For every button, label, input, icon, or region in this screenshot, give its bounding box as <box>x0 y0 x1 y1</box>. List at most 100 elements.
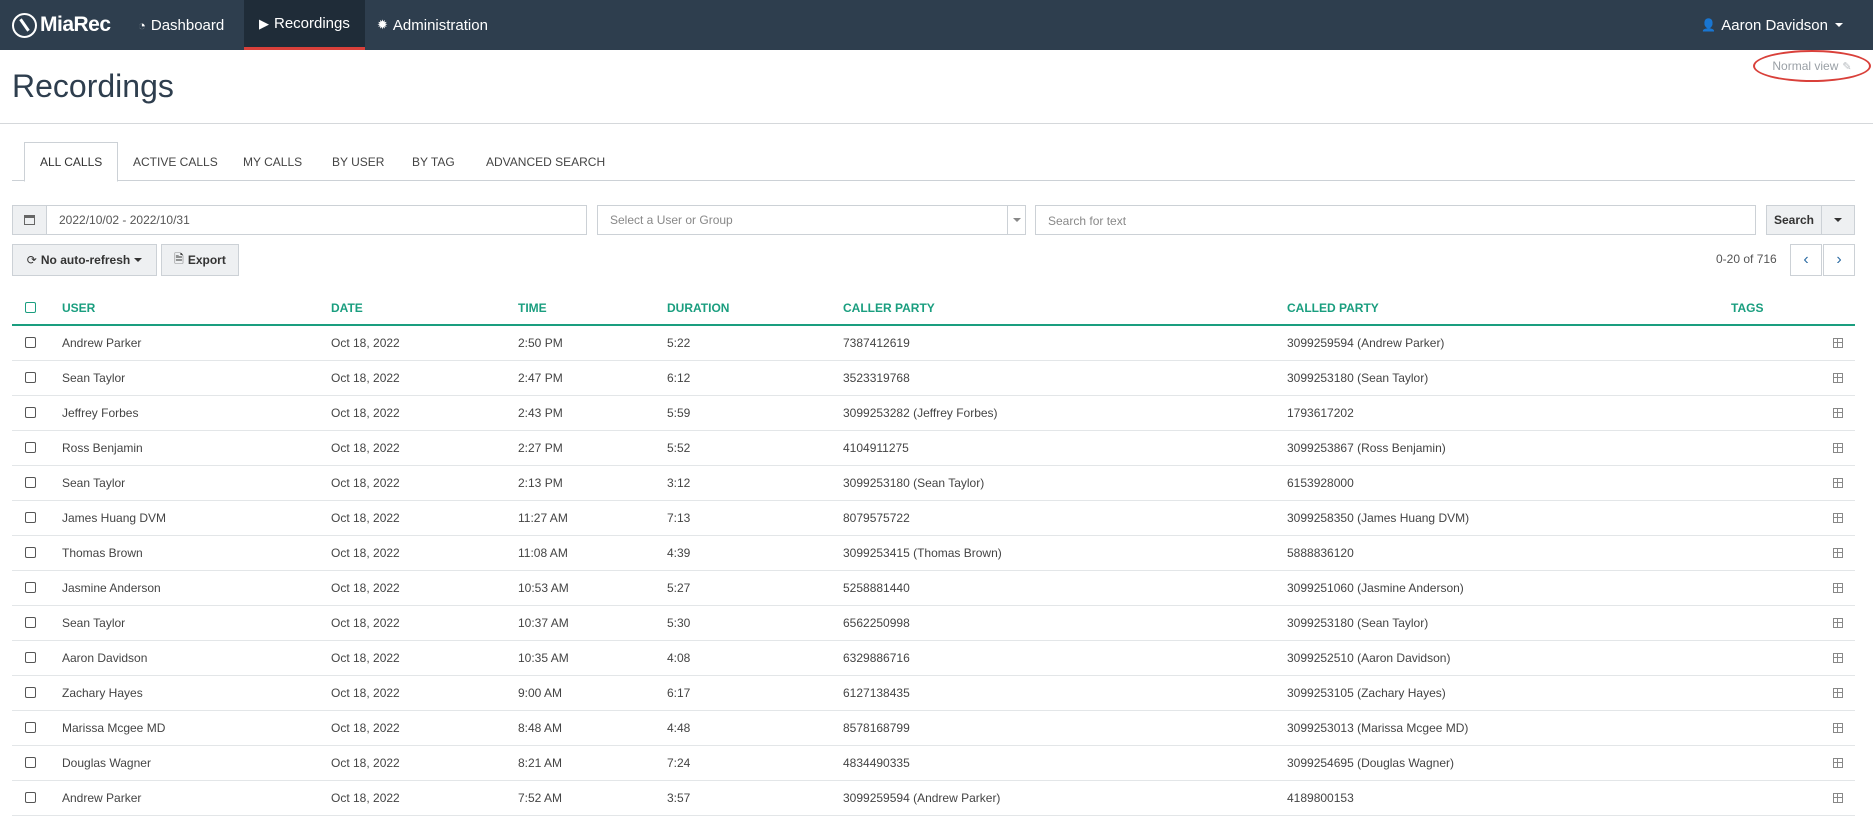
cell-date: Oct 18, 2022 <box>331 581 400 595</box>
table-row[interactable]: Zachary Hayes Oct 18, 2022 9:00 AM 6:17 6127… <box>12 676 1855 711</box>
row-checkbox[interactable] <box>25 722 36 733</box>
col-called-party[interactable]: CALLED PARTY <box>1287 301 1379 315</box>
nav-recordings[interactable]: ▶ Recordings <box>244 0 365 50</box>
add-tag-icon[interactable] <box>1833 478 1843 488</box>
table-row[interactable]: Sean Taylor Oct 18, 2022 2:47 PM 6:12 352331… <box>12 361 1855 396</box>
nav-dashboard-label: Dashboard <box>150 16 225 34</box>
search-options-dropdown[interactable] <box>1821 205 1855 235</box>
table-row[interactable]: Marissa Mcgee MD Oct 18, 2022 8:48 AM 4:48 8… <box>12 711 1855 746</box>
date-addon[interactable] <box>13 206 47 234</box>
add-tag-icon[interactable] <box>1833 758 1843 768</box>
chevron-left-icon: ‹ <box>1803 251 1809 268</box>
row-checkbox[interactable] <box>25 442 36 453</box>
search-button[interactable]: Search <box>1766 205 1822 235</box>
cell-user: James Huang DVM <box>62 511 167 525</box>
cell-time: 10:35 AM <box>518 651 569 665</box>
normal-view-toggle[interactable]: Normal view ✎ <box>1753 50 1871 82</box>
cell-user: Sean Taylor <box>62 476 126 490</box>
nav-administration[interactable]: ✹ Administration <box>362 0 503 50</box>
table-header: USER DATE TIME DURATION CALLER PARTY CAL… <box>12 290 1855 326</box>
nav-dashboard[interactable]: ◔ Dashboard <box>123 0 239 50</box>
search-input[interactable]: Search for text <box>1035 205 1756 235</box>
table-row[interactable]: Thomas Brown Oct 18, 2022 11:08 AM 4:39 3099… <box>12 536 1855 571</box>
export-button[interactable]: 🗎 Export <box>161 244 239 276</box>
table-row[interactable]: Aaron Davidson Oct 18, 2022 10:35 AM 4:08 63… <box>12 641 1855 676</box>
add-tag-icon[interactable] <box>1833 618 1843 628</box>
cell-user: Ross Benjamin <box>62 441 143 455</box>
col-time[interactable]: TIME <box>518 301 547 315</box>
calendar-icon <box>24 215 35 225</box>
cell-date: Oct 18, 2022 <box>331 686 400 700</box>
cell-called-party: 3099254695 (Douglas Wagner) <box>1287 756 1454 770</box>
add-tag-icon[interactable] <box>1833 373 1843 383</box>
table-row[interactable]: Andrew Parker Oct 18, 2022 7:52 AM 3:57 3099… <box>12 781 1855 816</box>
table-row[interactable]: Jasmine Anderson Oct 18, 2022 10:53 AM 5:27… <box>12 571 1855 606</box>
row-checkbox[interactable] <box>25 687 36 698</box>
nav-administration-label: Administration <box>392 16 488 34</box>
top-navbar: MiaRec ◔ Dashboard ▶ Recordings ✹ Admini… <box>0 0 1873 50</box>
add-tag-icon[interactable] <box>1833 338 1843 348</box>
col-tags: TAGS <box>1731 301 1764 315</box>
nav-recordings-label: Recordings <box>274 15 350 32</box>
row-checkbox[interactable] <box>25 372 36 383</box>
row-checkbox[interactable] <box>25 477 36 488</box>
auto-refresh-label: No auto-refresh <box>40 253 131 267</box>
table-row[interactable]: Sean Taylor Oct 18, 2022 2:13 PM 3:12 309925… <box>12 466 1855 501</box>
cell-caller-party: 3099253415 (Thomas Brown) <box>843 546 1002 560</box>
col-date[interactable]: DATE <box>331 301 363 315</box>
table-row[interactable]: Jeffrey Forbes Oct 18, 2022 2:43 PM 5:59 309… <box>12 396 1855 431</box>
cell-caller-party: 5258881440 <box>843 581 910 595</box>
cell-date: Oct 18, 2022 <box>331 546 400 560</box>
auto-refresh-dropdown[interactable]: ⟳ No auto-refresh <box>12 244 157 276</box>
row-checkbox[interactable] <box>25 652 36 663</box>
cell-caller-party: 6329886716 <box>843 651 910 665</box>
user-group-select[interactable]: Select a User or Group <box>597 205 1026 235</box>
next-page-button[interactable]: › <box>1823 244 1855 276</box>
add-tag-icon[interactable] <box>1833 583 1843 593</box>
table-row[interactable]: James Huang DVM Oct 18, 2022 11:27 AM 7:13 8… <box>12 501 1855 536</box>
cell-duration: 6:17 <box>667 686 691 700</box>
row-checkbox[interactable] <box>25 407 36 418</box>
brand-name: MiaRec <box>40 13 111 36</box>
row-checkbox[interactable] <box>25 582 36 593</box>
tab-my-calls[interactable]: MY CALLS <box>228 142 317 181</box>
table-row[interactable]: Douglas Wagner Oct 18, 2022 8:21 AM 7:24 483… <box>12 746 1855 781</box>
cell-date: Oct 18, 2022 <box>331 651 400 665</box>
add-tag-icon[interactable] <box>1833 408 1843 418</box>
table-row[interactable]: Ross Benjamin Oct 18, 2022 2:27 PM 5:52 4104… <box>12 431 1855 466</box>
tab-all-calls[interactable]: ALL CALLS <box>24 142 119 182</box>
date-range-field[interactable]: 2022/10/02 - 2022/10/31 <box>12 205 587 235</box>
add-tag-icon[interactable] <box>1833 793 1843 803</box>
cell-date: Oct 18, 2022 <box>331 336 400 350</box>
table-row[interactable]: Sean Taylor Oct 18, 2022 10:37 AM 5:30 65622… <box>12 606 1855 641</box>
cell-time: 7:52 AM <box>518 791 563 805</box>
cell-duration: 5:30 <box>667 616 691 630</box>
tab-advanced-search[interactable]: ADVANCED SEARCH <box>471 142 620 181</box>
add-tag-icon[interactable] <box>1833 723 1843 733</box>
row-checkbox[interactable] <box>25 617 36 628</box>
cell-called-party: 5888836120 <box>1287 546 1354 560</box>
col-caller-party[interactable]: CALLER PARTY <box>843 301 935 315</box>
add-tag-icon[interactable] <box>1833 688 1843 698</box>
table-row[interactable]: Andrew Parker Oct 18, 2022 2:50 PM 5:22 7387… <box>12 326 1855 361</box>
select-all-checkbox[interactable] <box>25 302 36 313</box>
add-tag-icon[interactable] <box>1833 443 1843 453</box>
col-user[interactable]: USER <box>62 301 95 315</box>
tab-by-tag[interactable]: BY TAG <box>397 142 470 181</box>
add-tag-icon[interactable] <box>1833 513 1843 523</box>
col-duration[interactable]: DURATION <box>667 301 729 315</box>
row-checkbox[interactable] <box>25 512 36 523</box>
brand-logo[interactable]: MiaRec <box>12 10 111 40</box>
row-checkbox[interactable] <box>25 337 36 348</box>
add-tag-icon[interactable] <box>1833 653 1843 663</box>
row-checkbox[interactable] <box>25 757 36 768</box>
row-checkbox[interactable] <box>25 547 36 558</box>
add-tag-icon[interactable] <box>1833 548 1843 558</box>
refresh-icon: ⟳ <box>26 253 37 267</box>
prev-page-button[interactable]: ‹ <box>1790 244 1822 276</box>
user-menu[interactable]: 👤 Aaron Davidson <box>1701 0 1843 50</box>
tab-by-user[interactable]: BY USER <box>317 142 399 181</box>
cell-user: Sean Taylor <box>62 371 126 385</box>
tab-active-calls[interactable]: ACTIVE CALLS <box>118 142 233 181</box>
row-checkbox[interactable] <box>25 792 36 803</box>
